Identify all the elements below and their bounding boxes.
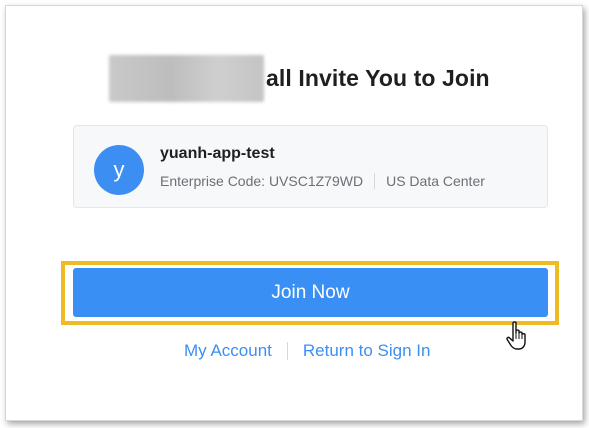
data-center: US Data Center — [386, 173, 485, 189]
company-card: y yuanh-app-test Enterprise Code: UVSC1Z… — [73, 125, 548, 208]
enterprise-code: Enterprise Code: UVSC1Z79WD — [160, 173, 364, 189]
company-name: yuanh-app-test — [160, 145, 275, 162]
redacted-inviter-name — [109, 55, 264, 102]
join-now-button[interactable]: Join Now — [73, 268, 548, 317]
links-divider — [286, 342, 288, 360]
my-account-link[interactable]: My Account — [184, 341, 272, 361]
hand-pointer-icon — [506, 321, 526, 350]
secondary-links: My Account Return to Sign In — [184, 341, 430, 361]
invite-title: all Invite You to Join — [109, 55, 490, 102]
return-to-sign-in-link[interactable]: Return to Sign In — [303, 341, 431, 361]
meta-divider — [374, 173, 376, 189]
company-meta: Enterprise Code: UVSC1Z79WD US Data Cent… — [160, 173, 485, 189]
invite-title-text: all Invite You to Join — [266, 65, 490, 91]
company-avatar: y — [94, 145, 144, 195]
